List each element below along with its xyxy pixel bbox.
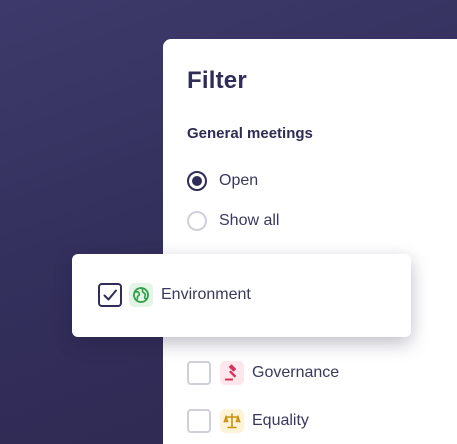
filter-title: Filter	[187, 67, 247, 94]
general-meetings-heading: General meetings	[187, 125, 313, 142]
category-equality[interactable]: Equality	[187, 408, 309, 434]
governance-label: Governance	[252, 364, 340, 381]
radio-button-selected[interactable]	[187, 171, 207, 191]
gavel-icon	[220, 361, 244, 385]
radio-label-open: Open	[219, 172, 259, 189]
governance-checkbox[interactable]	[187, 361, 211, 385]
category-governance[interactable]: Governance	[187, 360, 339, 386]
dragged-category-environment[interactable]: Environment	[72, 254, 411, 337]
radio-option-open[interactable]: Open	[187, 169, 258, 193]
radio-label-show-all: Show all	[219, 212, 280, 229]
environment-checkbox[interactable]	[98, 283, 122, 307]
category-environment[interactable]: Environment	[98, 282, 251, 308]
filter-panel: Filter General meetings Open Show all Go…	[163, 39, 457, 444]
equality-label: Equality	[252, 412, 309, 429]
radio-button[interactable]	[187, 211, 207, 231]
scales-icon	[220, 409, 244, 433]
earth-icon	[129, 283, 153, 307]
radio-option-show-all[interactable]: Show all	[187, 209, 279, 233]
environment-label: Environment	[161, 286, 251, 303]
equality-checkbox[interactable]	[187, 409, 211, 433]
checkmark-icon	[103, 289, 117, 301]
